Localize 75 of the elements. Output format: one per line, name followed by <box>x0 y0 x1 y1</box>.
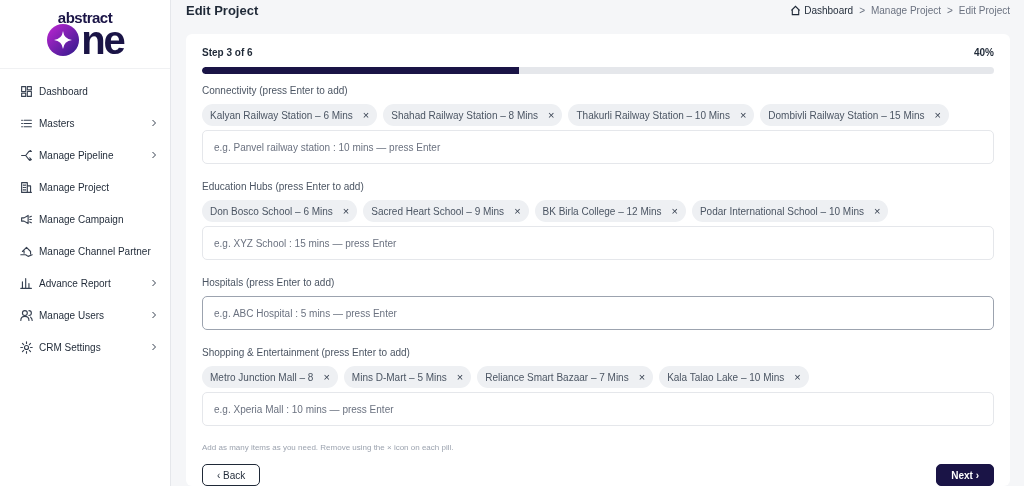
sidebar-label: Manage Campaign <box>39 213 125 225</box>
sidebar-label: Manage Project <box>39 181 111 193</box>
tag-text: Dombivli Railway Station – 15 Mins <box>768 109 925 121</box>
sidebar-item[interactable]: Manage Project <box>0 171 170 203</box>
remove-button[interactable]: × <box>456 371 464 383</box>
breadcrumb-link[interactable]: Manage Project <box>870 5 941 16</box>
remove-button[interactable]: × <box>873 205 881 217</box>
field-label: Shopping & Entertainment (press Enter to add) <box>202 347 411 358</box>
grid-icon <box>20 84 33 98</box>
tag-text: Metro Junction Mall – 8 <box>210 371 314 383</box>
remove-button[interactable]: × <box>638 371 646 383</box>
breadcrumb-link[interactable]: Dashboard <box>804 5 854 16</box>
remove-button[interactable]: × <box>342 205 350 217</box>
sidebar-item[interactable]: CRM Settings <box>0 331 170 363</box>
tag-text: Shahad Railway Station – 8 Mins <box>391 109 539 121</box>
logo-icon <box>46 23 81 57</box>
sidebar-item[interactable]: Manage Users <box>0 299 170 331</box>
sidebar-label: Manage Pipeline <box>39 149 115 161</box>
breadcrumb-separator: > <box>947 5 953 16</box>
tag-text: BK Birla College – 12 Mins <box>542 205 662 217</box>
back-button[interactable]: ‹ Back <box>202 464 261 486</box>
sidebar-item[interactable]: Masters <box>0 107 170 139</box>
chevron-right-icon <box>150 151 158 159</box>
gear-icon <box>20 340 33 354</box>
progress-percent: 40% <box>974 47 994 58</box>
remove-button[interactable]: × <box>794 371 801 383</box>
logo-text: abstract <box>57 11 113 25</box>
home-icon <box>790 5 802 16</box>
tag-text: Don Bosco School – 6 Mins <box>210 205 333 217</box>
sidebar-item[interactable]: Manage Channel Partner <box>0 235 170 267</box>
sidebar-label: Manage Channel Partner <box>39 245 152 257</box>
sidebar-item[interactable]: Manage Campaign <box>0 203 170 235</box>
branch-icon <box>20 148 33 162</box>
tag-text: Thakurli Railway Station – 10 Mins <box>576 109 730 121</box>
remove-button[interactable]: × <box>514 205 521 217</box>
logo-text: ne <box>81 23 124 57</box>
remove-button[interactable]: × <box>671 205 678 217</box>
breadcrumb-separator: > <box>859 5 865 16</box>
step-label: Step 3 of 6 <box>202 47 253 58</box>
chevron-right-icon <box>150 343 158 351</box>
tag-text: Podar International School – 10 Mins <box>699 205 864 217</box>
tag-text: Reliance Smart Bazaar – 7 Mins <box>485 371 629 383</box>
next-button[interactable]: Next › <box>936 464 994 486</box>
sidebar-label: Advance Report <box>39 277 112 289</box>
helper-text: Add as many items as you need. Remove using the × icon on each pill. <box>202 443 455 452</box>
chevron-right-icon <box>150 279 158 287</box>
sidebar-item[interactable]: Dashboard <box>0 75 170 107</box>
remove-button[interactable]: × <box>739 109 747 121</box>
tag-text: Kala Talao Lake – 10 Mins <box>667 371 785 383</box>
tag-text: Kalyan Railway Station – 6 Mins <box>210 109 353 121</box>
field-label: Education Hubs (press Enter to add) <box>202 181 365 192</box>
sidebar-label: Manage Users <box>39 309 106 321</box>
page-title: Edit Project <box>186 3 259 18</box>
remove-button[interactable]: × <box>362 109 370 121</box>
remove-button[interactable]: × <box>548 109 555 121</box>
breadcrumb-link[interactable]: Edit Project <box>958 5 1010 16</box>
chevron-right-icon <box>150 119 158 127</box>
input-field[interactable]: e.g. ABC Hospital : 5 mins — press Enter <box>202 296 994 330</box>
tag-text: Mins D-Mart – 5 Mins <box>351 371 447 383</box>
remove-button[interactable]: × <box>934 109 941 121</box>
field-label: Hospitals (press Enter to add) <box>202 277 336 288</box>
sidebar-label: CRM Settings <box>39 341 102 353</box>
sidebar-label: Dashboard <box>39 85 89 97</box>
remove-button[interactable]: × <box>323 371 330 383</box>
building-icon <box>20 180 33 194</box>
megaphone-icon <box>20 212 33 226</box>
field-label: Connectivity (press Enter to add) <box>202 85 349 96</box>
house-hand-icon <box>20 244 33 258</box>
tag-text: Sacred Heart School – 9 Mins <box>371 205 505 217</box>
bar-chart-icon <box>20 276 33 290</box>
users-icon <box>20 308 33 322</box>
sidebar-item[interactable]: Manage Pipeline <box>0 139 170 171</box>
sidebar-label: Masters <box>39 117 76 129</box>
sidebar-item[interactable]: Advance Report <box>0 267 170 299</box>
chevron-right-icon <box>150 311 158 319</box>
